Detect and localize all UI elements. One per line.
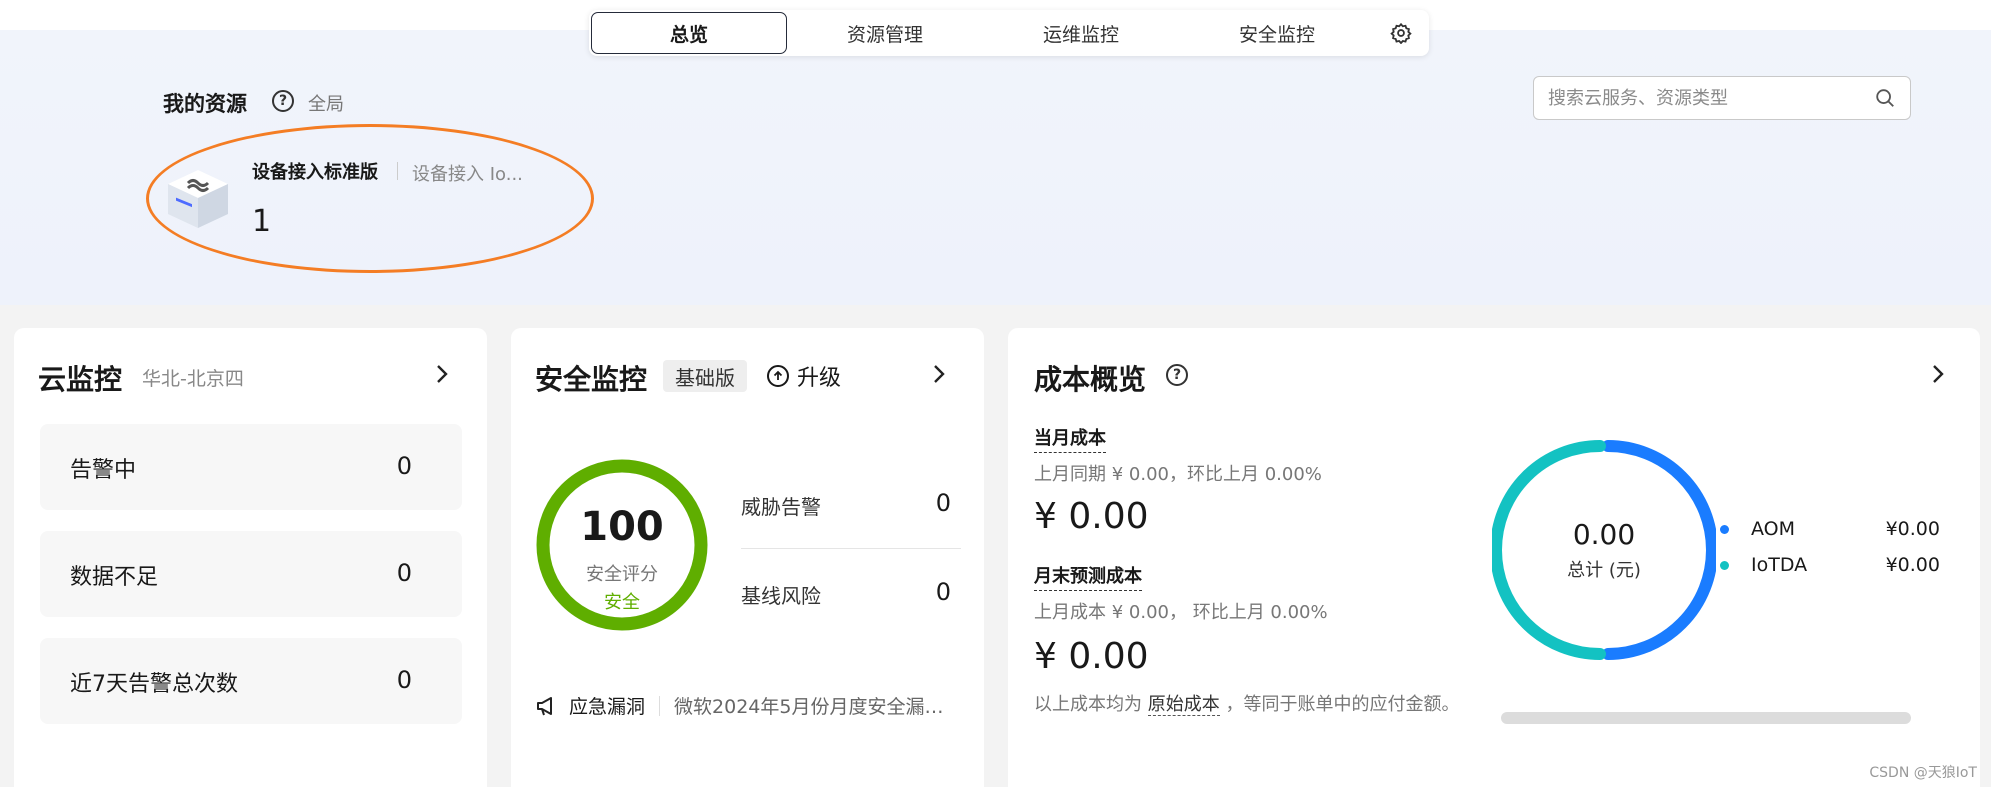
donut-total-label: 总计 (元) <box>1567 560 1641 581</box>
current-cost-value: ¥ 0.00 <box>1034 496 1149 537</box>
legend-item-aom[interactable]: AOM ¥0.00 <box>1720 518 1940 540</box>
security-monitor-card: 安全监控 基础版 升级 100 安全评分 安全 威胁告警 0 基线风险 0 应急… <box>511 328 984 787</box>
divider <box>741 548 961 549</box>
security-status: 安全 <box>604 592 640 613</box>
resource-subtitle: 设备接入 Io... <box>412 164 523 185</box>
watermark: CSDN @天狼IoT <box>1869 765 1977 781</box>
emergency-vuln-label: 应急漏洞 <box>569 696 646 718</box>
search-box <box>1533 76 1911 120</box>
donut-total-value: 0.00 <box>1572 518 1636 551</box>
help-icon[interactable]: ? <box>272 90 294 112</box>
monitor-label: 数据不足 <box>70 565 159 590</box>
monitor-label: 告警中 <box>70 458 137 483</box>
monitor-value: 0 <box>396 452 412 480</box>
legend-value: ¥0.00 <box>1885 554 1940 576</box>
emergency-vuln-row[interactable]: 应急漏洞 微软2024年5月份月度安全漏洞... <box>535 692 954 719</box>
resource-name: 设备接入标准版 <box>252 162 378 183</box>
upgrade-label: 升级 <box>797 366 842 391</box>
legend-dot <box>1720 560 1729 570</box>
security-score: 100 <box>580 504 664 550</box>
cost-overview-title: 成本概览 <box>1034 363 1147 396</box>
legend-dot <box>1720 524 1729 534</box>
tab-ops-monitoring[interactable]: 运维监控 <box>983 12 1179 54</box>
chevron-right-icon[interactable] <box>1924 360 1952 388</box>
tab-settings-gear-icon[interactable] <box>1381 12 1421 54</box>
my-resources-title: 我的资源 <box>163 92 247 116</box>
security-monitor-title: 安全监控 <box>535 363 648 396</box>
monitor-value: 0 <box>396 559 412 587</box>
forecast-cost-label[interactable]: 月末预测成本 <box>1034 562 1142 591</box>
legend-item-iotda[interactable]: IoTDA ¥0.00 <box>1720 554 1940 576</box>
upgrade-button[interactable]: 升级 <box>767 360 841 392</box>
resource-count: 1 <box>252 204 272 239</box>
monitor-row-insufficient[interactable]: 数据不足 0 <box>40 531 462 617</box>
forecast-cost-sub: 上月成本 ¥ 0.00， 环比上月 0.00% <box>1034 602 1328 623</box>
monitor-label: 近7天告警总次数 <box>70 672 238 697</box>
tab-security-monitoring[interactable]: 安全监控 <box>1179 12 1375 54</box>
legend-value: ¥0.00 <box>1885 518 1940 540</box>
legend-name: AOM <box>1751 518 1796 540</box>
resource-card-iotda[interactable]: 设备接入标准版 设备接入 Io... 1 <box>160 142 580 262</box>
divider <box>397 162 398 180</box>
megaphone-icon <box>537 696 552 715</box>
edition-badge: 基础版 <box>663 360 747 392</box>
cloud-monitor-card: 云监控 华北-北京四 告警中 0 数据不足 0 近7天告警总次数 0 <box>14 328 487 787</box>
cost-note-prefix: 以上成本均为 <box>1034 694 1142 715</box>
help-icon[interactable]: ? <box>1166 364 1188 386</box>
main-tabs: 总览 资源管理 运维监控 安全监控 <box>589 10 1429 56</box>
monitor-row-alarming[interactable]: 告警中 0 <box>40 424 462 510</box>
cloud-monitor-region: 华北-北京四 <box>142 368 244 390</box>
legend-name: IoTDA <box>1751 554 1808 576</box>
monitor-row-7day-total[interactable]: 近7天告警总次数 0 <box>40 638 462 724</box>
cost-note-suffix: ，等同于账单中的应付金额。 <box>1225 694 1460 715</box>
baseline-risk-label[interactable]: 基线风险 <box>741 580 821 609</box>
tab-resource-management[interactable]: 资源管理 <box>787 12 983 54</box>
monitor-value: 0 <box>396 666 412 694</box>
original-cost-link[interactable]: 原始成本 <box>1147 694 1220 716</box>
search-icon[interactable] <box>1874 87 1896 109</box>
tab-overview[interactable]: 总览 <box>591 12 787 54</box>
current-cost-sub: 上月同期 ¥ 0.00，环比上月 0.00% <box>1034 464 1322 485</box>
forecast-cost-value: ¥ 0.00 <box>1034 636 1149 677</box>
horizontal-scrollbar[interactable] <box>1501 712 1911 724</box>
threat-alert-value[interactable]: 0 <box>921 489 951 517</box>
baseline-risk-value[interactable]: 0 <box>921 578 951 606</box>
emergency-vuln-text[interactable]: 微软2024年5月份月度安全漏洞... <box>674 692 954 719</box>
security-score-label: 安全评分 <box>586 564 658 585</box>
threat-alert-label[interactable]: 威胁告警 <box>741 491 821 520</box>
cost-note: 以上成本均为 原始成本 ，等同于账单中的应付金额。 <box>1034 690 1459 716</box>
search-input[interactable] <box>1548 87 1874 109</box>
resource-scope[interactable]: 全局 <box>308 90 344 116</box>
chevron-right-icon[interactable] <box>428 360 456 388</box>
arrow-up-icon <box>767 365 789 387</box>
current-cost-label[interactable]: 当月成本 <box>1034 424 1106 453</box>
chevron-right-icon[interactable] <box>925 360 953 388</box>
cloud-monitor-title: 云监控 <box>38 363 123 396</box>
cost-overview-card: 成本概览 ? 当月成本 上月同期 ¥ 0.00，环比上月 0.00% ¥ 0.0… <box>1008 328 1980 787</box>
iot-device-icon <box>168 170 228 228</box>
